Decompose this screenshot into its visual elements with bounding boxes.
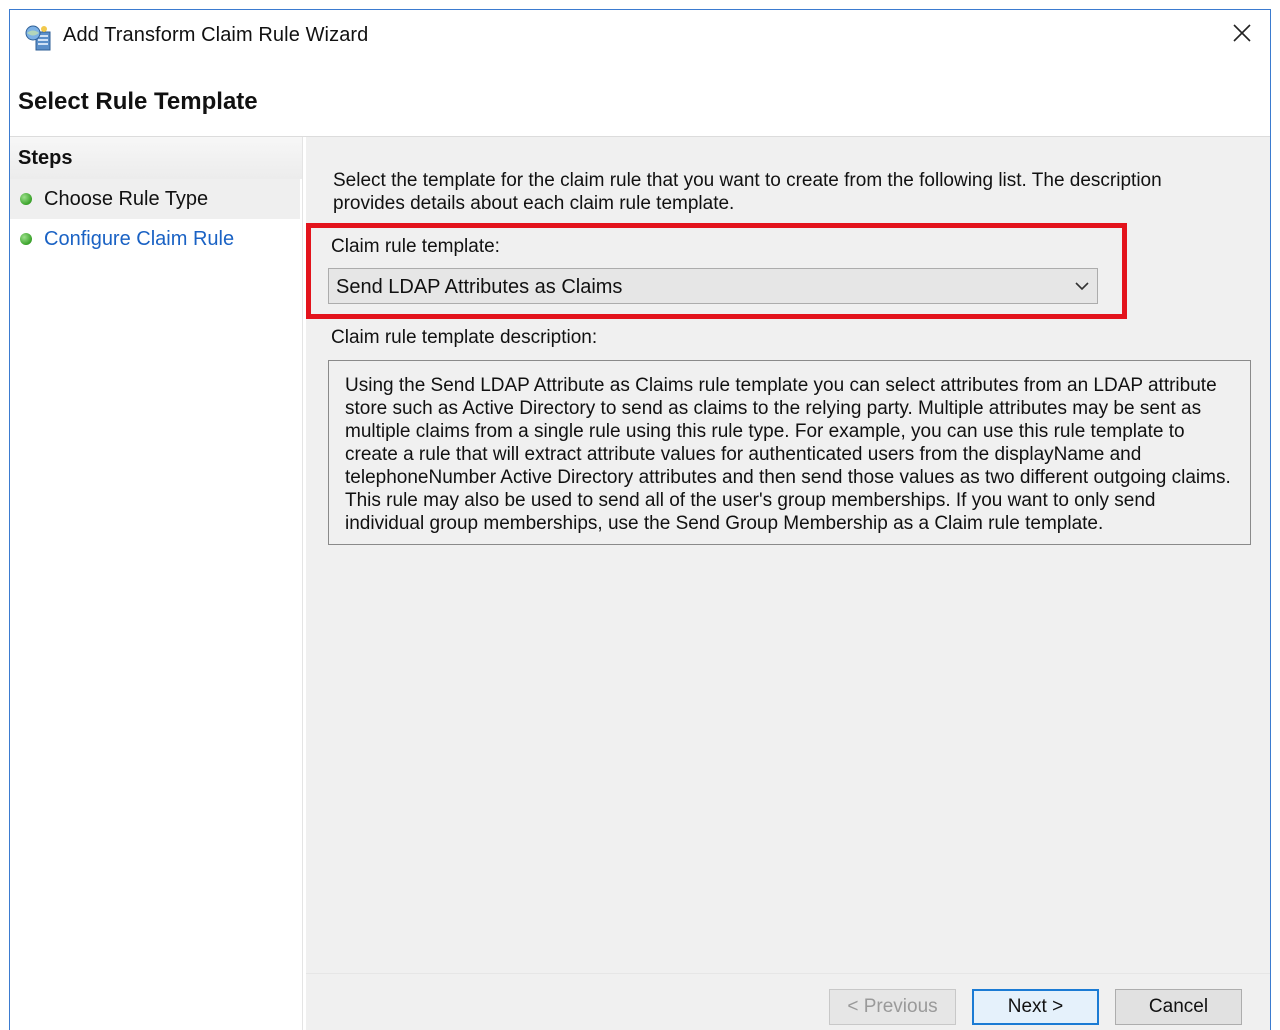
green-dot-icon xyxy=(20,233,32,245)
description-label: Claim rule template description: xyxy=(331,327,598,348)
green-dot-icon xyxy=(20,193,32,205)
close-button[interactable] xyxy=(1214,10,1270,60)
chevron-down-icon xyxy=(1073,277,1091,295)
description-box: Using the Send LDAP Attribute as Claims … xyxy=(328,360,1251,545)
page-title: Select Rule Template xyxy=(18,88,258,115)
wizard-header: Select Rule Template xyxy=(10,62,1270,137)
claim-rule-template-dropdown[interactable]: Send LDAP Attributes as Claims xyxy=(328,268,1098,304)
window-title: Add Transform Claim Rule Wizard xyxy=(63,24,369,46)
close-icon xyxy=(1232,23,1252,48)
step-label: Configure Claim Rule xyxy=(44,227,235,250)
template-label: Claim rule template: xyxy=(331,236,500,257)
cancel-button[interactable]: Cancel xyxy=(1115,989,1242,1025)
description-text: Using the Send LDAP Attribute as Claims … xyxy=(345,375,1231,534)
next-button[interactable]: Next > xyxy=(972,989,1099,1025)
footer-divider xyxy=(306,973,1270,974)
step-choose-rule-type[interactable]: Choose Rule Type xyxy=(10,179,300,219)
dropdown-value: Send LDAP Attributes as Claims xyxy=(336,276,623,298)
server-wizard-icon xyxy=(24,24,54,52)
steps-panel: Steps Choose Rule Type Configure Claim R… xyxy=(10,137,303,1030)
steps-header: Steps xyxy=(10,137,302,179)
steps-title: Steps xyxy=(18,147,73,169)
step-configure-claim-rule[interactable]: Configure Claim Rule xyxy=(10,219,300,259)
main-content: Select the template for the claim rule t… xyxy=(306,137,1270,1030)
step-label: Choose Rule Type xyxy=(44,187,209,210)
previous-button[interactable]: < Previous xyxy=(829,989,956,1025)
intro-text: Select the template for the claim rule t… xyxy=(333,170,1162,214)
wizard-window: Add Transform Claim Rule Wizard Select R… xyxy=(9,9,1271,1030)
title-bar: Add Transform Claim Rule Wizard xyxy=(10,10,1270,62)
